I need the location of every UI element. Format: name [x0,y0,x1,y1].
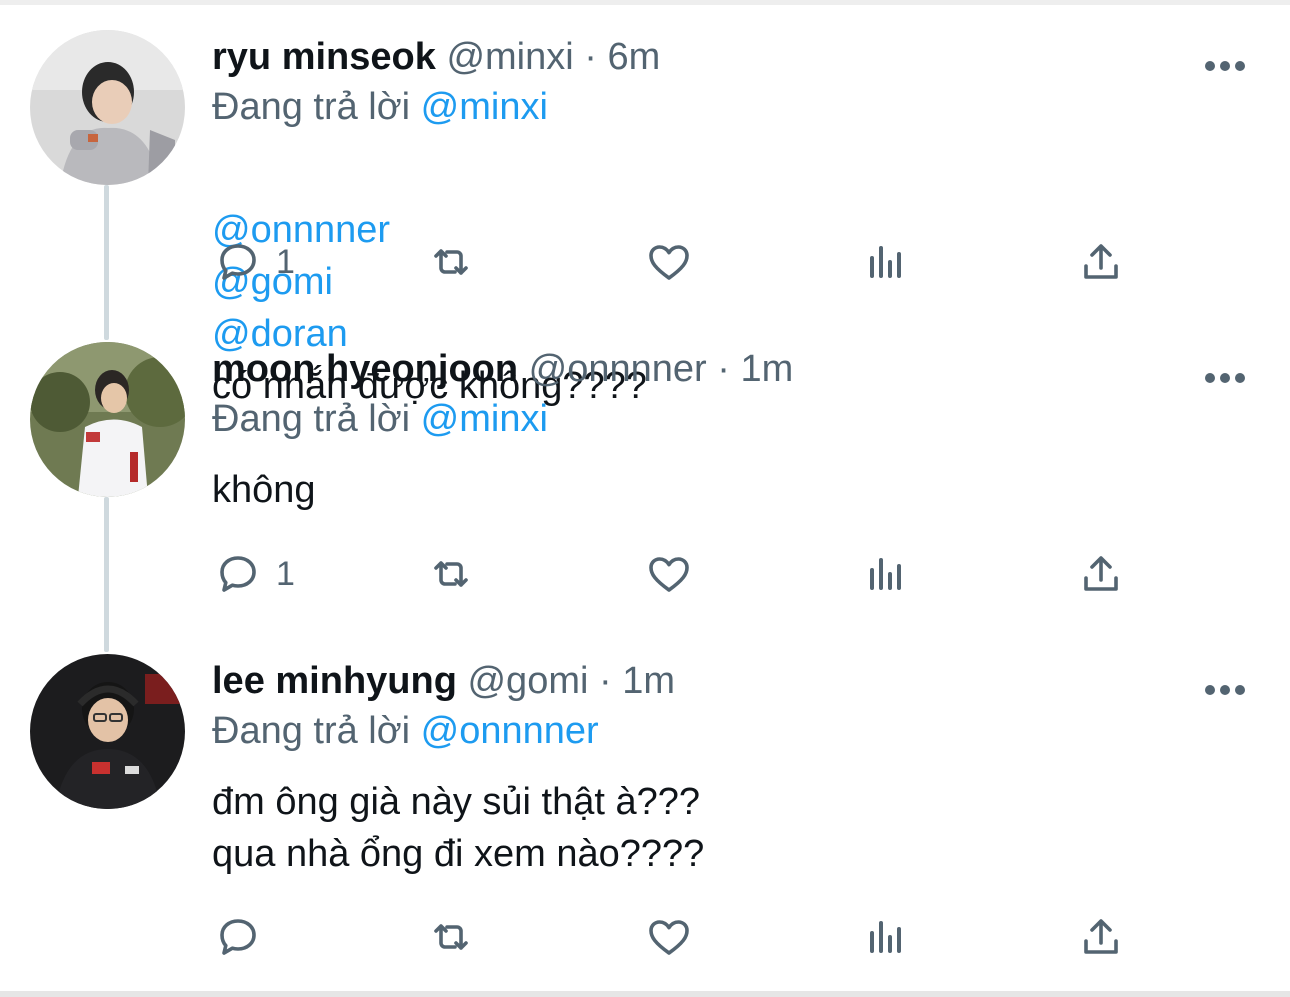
like-icon [649,245,689,280]
bottom-divider [0,991,1290,997]
replying-to-label: Đang trả lời [212,710,411,752]
share-icon [1084,556,1118,591]
like-button[interactable] [645,238,693,286]
tweet[interactable]: lee minhyung @gomi · 1m Đang trả lời @on… [0,624,1290,991]
reply-button[interactable]: 1 [214,550,295,598]
analytics-button[interactable] [862,550,910,598]
share-icon [1084,919,1118,954]
reply-button[interactable]: 1 [214,238,295,286]
tweet-body: đm ông già này sủi thật à??? qua nhà ổng… [212,781,705,875]
avatar[interactable] [30,30,185,185]
separator-dot: · [717,348,730,390]
action-bar: 1 [212,550,1212,610]
replying-to-label: Đang trả lời [212,398,411,440]
replying-to: Đang trả lời @minxi [212,86,548,129]
avatar[interactable] [30,654,185,809]
avatar-photo [30,30,185,185]
user-handle[interactable]: @minxi [446,36,573,78]
display-name[interactable]: lee minhyung [212,660,457,702]
avatar[interactable] [30,342,185,497]
display-name[interactable]: ryu minseok [212,36,436,78]
tweet[interactable]: moon hyeonjoon @onnnner · 1m Đang trả lờ… [0,312,1290,624]
like-icon [649,920,689,955]
action-bar: 1 [212,238,1212,298]
share-button[interactable] [1077,913,1125,961]
retweet-button[interactable] [427,550,475,598]
share-icon [1084,244,1118,279]
reply-button[interactable] [214,913,276,961]
reply-icon [220,244,256,280]
retweet-icon [434,924,468,950]
retweet-button[interactable] [427,238,475,286]
replying-to-label: Đang trả lời [212,86,411,128]
avatar-photo [30,342,185,497]
tweet-body: không [212,469,316,511]
reply-mention-link[interactable]: @onnnner [421,710,599,752]
separator-dot: · [599,660,612,702]
analytics-icon [870,921,901,953]
analytics-icon [870,558,901,590]
reply-count: 1 [276,242,295,281]
replying-to: Đang trả lời @onnnner [212,710,599,753]
reply-mention-link[interactable]: @minxi [421,86,548,128]
analytics-button[interactable] [862,238,910,286]
like-button[interactable] [645,913,693,961]
timestamp[interactable]: 6m [607,36,660,78]
share-button[interactable] [1077,238,1125,286]
reply-icon [220,556,256,592]
separator-dot: · [584,36,597,78]
action-bar [212,913,1212,973]
retweet-icon [434,249,468,275]
timestamp[interactable]: 1m [740,348,793,390]
avatar-photo [30,654,185,809]
retweet-button[interactable] [427,913,475,961]
replying-to: Đang trả lời @minxi [212,398,548,441]
retweet-icon [434,561,468,587]
display-name[interactable]: moon hyeonjoon [212,348,518,390]
reply-mention-link[interactable]: @minxi [421,398,548,440]
like-icon [649,557,689,592]
more-options-icon[interactable] [1205,680,1245,700]
timestamp[interactable]: 1m [622,660,675,702]
analytics-icon [870,246,901,278]
more-options-icon[interactable] [1205,56,1245,76]
like-button[interactable] [645,550,693,598]
tweet[interactable]: ryu minseok @minxi · 6m Đang trả lời @mi… [0,0,1290,407]
share-button[interactable] [1077,550,1125,598]
analytics-button[interactable] [862,913,910,961]
more-options-icon[interactable] [1205,368,1245,388]
user-handle[interactable]: @gomi [467,660,588,702]
reply-count: 1 [276,554,295,593]
reply-icon [220,919,256,955]
user-handle[interactable]: @onnnner [529,348,707,390]
